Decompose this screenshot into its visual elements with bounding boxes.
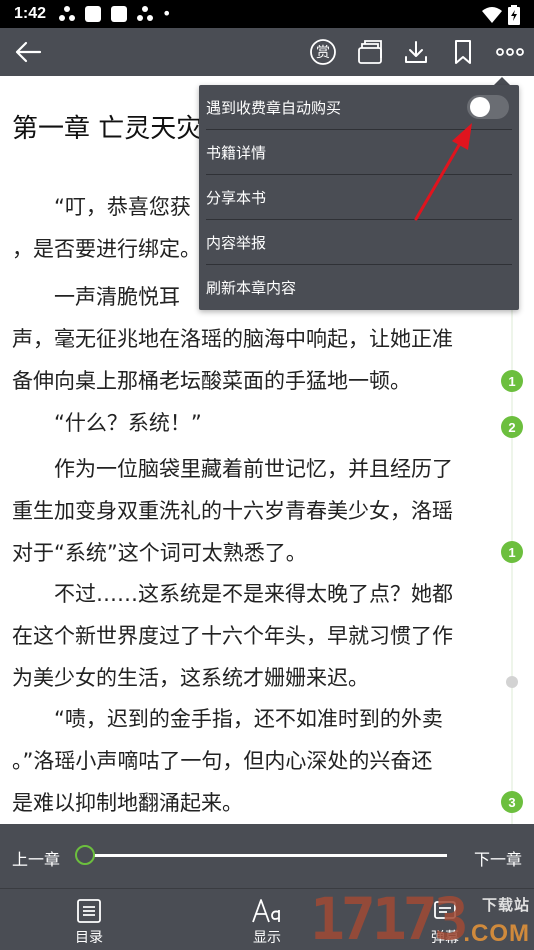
back-arrow-icon: [15, 41, 42, 63]
paragraph-3: “什么？系统！”: [12, 402, 498, 444]
chapter-progress-track[interactable]: [85, 854, 447, 857]
comment-count-badge[interactable]: 1: [501, 370, 523, 392]
menu-item-label: 刷新本章内容: [206, 279, 297, 297]
battery-icon: [508, 5, 520, 25]
comment-empty-dot[interactable]: [506, 676, 518, 688]
menu-item-auto-purchase[interactable]: 遇到收费章自动购买: [199, 85, 519, 130]
paragraph-4: 作为一位脑袋里藏着前世记忆，并且经历了 重生加变身双重洗礼的十六岁青春美少女，洛…: [12, 448, 498, 574]
reward-button[interactable]: 赏: [307, 36, 339, 68]
bookmark-icon: [455, 40, 471, 64]
watermark-top-text: 下载站: [481, 896, 530, 914]
square-notification-icon: [85, 6, 102, 22]
list-icon: [77, 899, 101, 923]
menu-item-share-book[interactable]: 分享本书: [199, 175, 519, 220]
watermark-logo: 17173 下载站 .COM: [310, 888, 534, 950]
paragraph-line: “什么？系统！”: [54, 411, 202, 435]
comment-count-badge[interactable]: 1: [501, 541, 523, 563]
paragraph-6: “啧，迟到的金手指，还不如准时到的外卖 。”洛瑶小声嘀咕了一句，但内心深处的兴奋…: [12, 698, 498, 824]
gift-button[interactable]: [354, 36, 386, 68]
paragraph-line: 不过……这系统是不是来得太晚了点？她都: [54, 582, 453, 606]
tab-catalog[interactable]: 目录: [49, 889, 129, 950]
paragraph-line: 。”洛瑶小声嘀咕了一句，但内心深处的兴奋还: [12, 749, 433, 773]
paragraph-line: 重生加变身双重洗礼的十六岁青春美少女，洛瑶: [12, 499, 453, 523]
square-notification-icon-2: [111, 6, 128, 22]
next-chapter-button[interactable]: 下一章: [474, 846, 522, 870]
menu-item-refresh-chapter[interactable]: 刷新本章内容: [199, 265, 519, 310]
prev-chapter-button[interactable]: 上一章: [12, 846, 60, 870]
more-dots-icon: [496, 48, 524, 56]
font-size-icon: [252, 899, 280, 923]
paragraph-line: 备伸向桌上那桶老坛酸菜面的手猛地一顿。: [12, 369, 411, 393]
tab-label: 显示: [253, 930, 281, 946]
bookmark-button[interactable]: [447, 36, 479, 68]
chapter-title: 第一章 亡灵天灾: [12, 114, 203, 144]
download-button[interactable]: [400, 36, 432, 68]
reward-glyph: 赏: [316, 45, 330, 61]
notification-icons: •: [58, 5, 171, 23]
chapter-nav-bar: 上一章 下一章: [0, 824, 534, 888]
more-button[interactable]: [494, 36, 526, 68]
reader-toolbar: 赏: [0, 28, 534, 76]
paragraph-5: 不过……这系统是不是来得太晚了点？她都 在这个新世界度过了十六个年头，早就习惯了…: [12, 573, 498, 699]
tab-display[interactable]: 显示: [227, 889, 307, 950]
watermark-digits: 17173: [310, 885, 469, 950]
menu-item-label: 书籍详情: [206, 144, 267, 162]
menu-item-label: 分享本书: [206, 189, 267, 207]
menu-item-report-content[interactable]: 内容举报: [199, 220, 519, 265]
menu-item-label: 内容举报: [206, 234, 267, 252]
app-notification-icon: [59, 6, 76, 21]
download-icon: [405, 41, 427, 63]
status-bar: 1:42 •: [0, 0, 534, 28]
comment-count-badge[interactable]: 2: [501, 416, 523, 438]
system-icons: [482, 5, 520, 25]
paragraph-line: 对于“系统”这个词可太熟悉了。: [12, 541, 307, 565]
paragraph-line: 作为一位脑袋里藏着前世记忆，并且经历了: [54, 457, 453, 481]
app-notification-icon-2: [137, 6, 154, 21]
wifi-icon: [482, 7, 502, 23]
paragraph-line: “啧，迟到的金手指，还不如准时到的外卖: [54, 707, 443, 731]
tab-label: 目录: [75, 930, 103, 946]
paragraph-line: 是难以抑制地翻涌起来。: [12, 791, 243, 815]
menu-item-label: 遇到收费章自动购买: [206, 99, 342, 117]
comment-count-badge[interactable]: 3: [501, 791, 523, 813]
gift-box-icon: [358, 40, 382, 64]
paragraph-line: 在这个新世界度过了十六个年头，早就习惯了作: [12, 624, 453, 648]
more-notifications-dot: •: [162, 4, 172, 23]
auto-purchase-toggle[interactable]: [467, 95, 509, 119]
watermark-bottom-text: .COM: [463, 920, 530, 947]
more-options-menu: 遇到收费章自动购买 书籍详情 分享本书 内容举报 刷新本章内容: [199, 85, 519, 310]
menu-item-book-details[interactable]: 书籍详情: [199, 130, 519, 175]
chapter-progress-thumb[interactable]: [75, 845, 95, 865]
status-time: 1:42: [14, 5, 47, 22]
paragraph-line: 声，毫无征兆地在洛瑶的脑海中响起，让她正准: [12, 327, 453, 351]
toggle-knob: [470, 97, 490, 117]
back-button[interactable]: [12, 36, 44, 68]
paragraph-line: 为美少女的生活，这系统才姗姗来迟。: [12, 666, 369, 690]
